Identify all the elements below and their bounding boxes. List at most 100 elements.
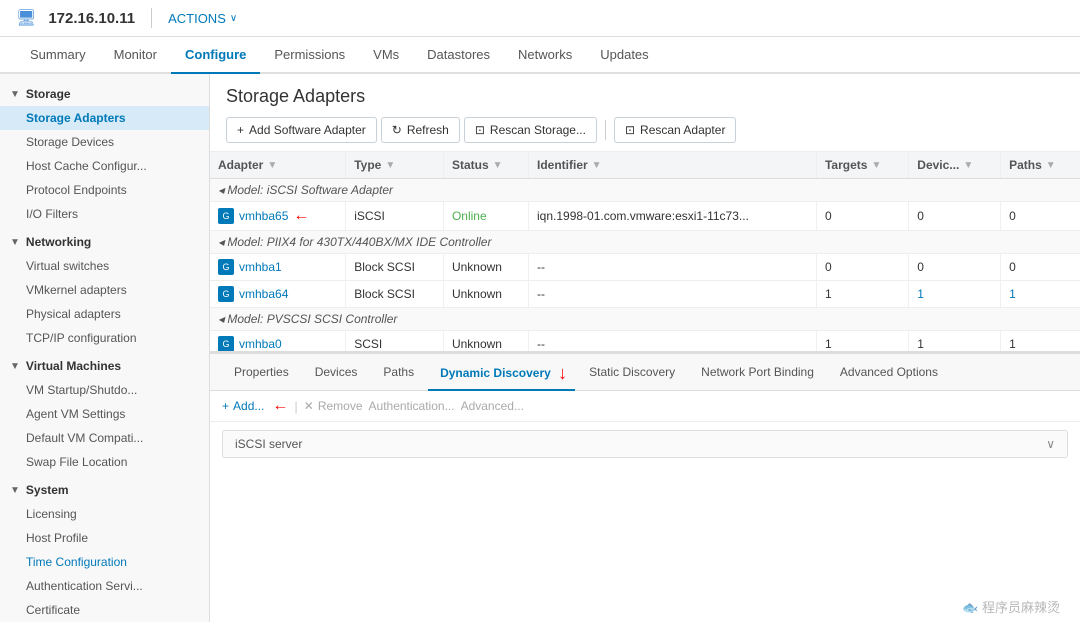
- sidebar-group-storage-header[interactable]: Storage: [0, 82, 209, 106]
- sidebar-group-system-header[interactable]: System: [0, 478, 209, 502]
- bottom-tab-paths[interactable]: Paths: [371, 358, 426, 388]
- sidebar-item-swap-file[interactable]: Swap File Location: [0, 450, 209, 474]
- plus-icon: +: [237, 123, 244, 137]
- table-row[interactable]: G vmhba65 ← iSCSI Online iqn.1998-01.com…: [210, 202, 1080, 231]
- top-bar: 🖥 172.16.10.11 ACTIONS ∨: [0, 0, 1080, 37]
- content-area: Storage Adapters + Add Software Adapter …: [210, 74, 1080, 622]
- red-arrow-indicator: ←: [293, 207, 309, 225]
- adapter-icon: G: [218, 286, 234, 302]
- add-software-adapter-button[interactable]: + Add Software Adapter: [226, 117, 377, 143]
- bottom-tab-static-discovery[interactable]: Static Discovery: [577, 358, 687, 388]
- triangle-icon: [10, 361, 20, 372]
- toolbar: + Add Software Adapter ↻ Refresh ⊡ Resca…: [226, 117, 1064, 143]
- remove-button[interactable]: ✕ Remove: [304, 399, 363, 413]
- arrow-container: Properties Devices Paths Dynamic Discove…: [210, 352, 1080, 466]
- sidebar-group-networking-header[interactable]: Networking: [0, 230, 209, 254]
- col-paths: Paths ▼: [1001, 152, 1080, 179]
- sidebar-item-default-vm-compat[interactable]: Default VM Compati...: [0, 426, 209, 450]
- iscsi-server-label: iSCSI server: [235, 437, 302, 451]
- bottom-tab-dynamic-discovery[interactable]: Dynamic Discovery ↓: [428, 354, 575, 391]
- sidebar-item-storage-devices[interactable]: Storage Devices: [0, 130, 209, 154]
- divider: [151, 8, 152, 28]
- adapter-icon: G: [218, 259, 234, 275]
- sidebar-item-storage-adapters[interactable]: Storage Adapters: [0, 106, 209, 130]
- adapters-table-container: Adapter ▼ Type ▼ Status ▼ Identifier ▼ T…: [210, 152, 1080, 352]
- main-layout: Storage Storage Adapters Storage Devices…: [0, 74, 1080, 622]
- tab-updates[interactable]: Updates: [586, 37, 662, 74]
- sidebar-item-certificate[interactable]: Certificate: [0, 598, 209, 622]
- host-icon: 🖥: [16, 8, 36, 28]
- red-arrow-bottom: ↓: [558, 363, 567, 383]
- triangle-icon: [10, 89, 20, 100]
- red-arrow-add: ←: [272, 397, 288, 415]
- col-identifier: Identifier ▼: [529, 152, 817, 179]
- col-targets: Targets ▼: [816, 152, 908, 179]
- sidebar-item-host-profile[interactable]: Host Profile: [0, 526, 209, 550]
- sidebar: Storage Storage Adapters Storage Devices…: [0, 74, 210, 622]
- adapter-icon: G: [218, 336, 234, 352]
- adapter-name-cell: G vmhba65 ←: [210, 202, 346, 231]
- sidebar-item-vmkernel-adapters[interactable]: VMkernel adapters: [0, 278, 209, 302]
- sidebar-item-licensing[interactable]: Licensing: [0, 502, 209, 526]
- bottom-tab-devices[interactable]: Devices: [303, 358, 370, 388]
- advanced-button[interactable]: Advanced...: [461, 399, 524, 413]
- refresh-button[interactable]: ↻ Refresh: [381, 117, 460, 143]
- expand-icon: ∨: [1046, 437, 1055, 451]
- adapter-name-cell: G vmhba0: [210, 331, 346, 353]
- sidebar-item-tcpip[interactable]: TCP/IP configuration: [0, 326, 209, 350]
- col-type: Type ▼: [346, 152, 444, 179]
- tab-networks[interactable]: Networks: [504, 37, 586, 74]
- add-icon: +: [222, 399, 229, 413]
- sidebar-item-io-filters[interactable]: I/O Filters: [0, 202, 209, 226]
- adapter-name-cell: G vmhba1: [210, 254, 346, 281]
- actions-button[interactable]: ACTIONS ∨: [168, 11, 237, 26]
- tab-monitor[interactable]: Monitor: [100, 37, 171, 74]
- sidebar-item-vm-startup[interactable]: VM Startup/Shutdo...: [0, 378, 209, 402]
- sidebar-item-agent-vm[interactable]: Agent VM Settings: [0, 402, 209, 426]
- sidebar-group-vms-header[interactable]: Virtual Machines: [0, 354, 209, 378]
- col-devices: Devic... ▼: [909, 152, 1001, 179]
- rescan-adapter-button[interactable]: ⊡ Rescan Adapter: [614, 117, 736, 143]
- page-title: Storage Adapters: [226, 86, 1064, 107]
- bottom-content: iSCSI server ∨: [210, 422, 1080, 466]
- adapters-table: Adapter ▼ Type ▼ Status ▼ Identifier ▼ T…: [210, 152, 1080, 352]
- rescan-adapter-icon: ⊡: [625, 123, 635, 137]
- sidebar-item-virtual-switches[interactable]: Virtual switches: [0, 254, 209, 278]
- nav-tabs: Summary Monitor Configure Permissions VM…: [0, 37, 1080, 74]
- sidebar-group-storage: Storage Storage Adapters Storage Devices…: [0, 82, 209, 226]
- tab-configure[interactable]: Configure: [171, 37, 260, 74]
- sidebar-item-host-cache[interactable]: Host Cache Configur...: [0, 154, 209, 178]
- tab-vms[interactable]: VMs: [359, 37, 413, 74]
- table-row[interactable]: G vmhba1 Block SCSI Unknown -- 0 0 0: [210, 254, 1080, 281]
- tab-permissions[interactable]: Permissions: [260, 37, 359, 74]
- sidebar-item-protocol-endpoints[interactable]: Protocol Endpoints: [0, 178, 209, 202]
- iscsi-server-row: iSCSI server ∨: [222, 430, 1068, 458]
- refresh-icon: ↻: [392, 123, 402, 137]
- bottom-tabs: Properties Devices Paths Dynamic Discove…: [210, 354, 1080, 391]
- bottom-tab-advanced-options[interactable]: Advanced Options: [828, 358, 950, 388]
- add-button[interactable]: + Add... ←: [222, 397, 288, 415]
- bottom-tab-network-port-binding[interactable]: Network Port Binding: [689, 358, 826, 388]
- rescan-storage-button[interactable]: ⊡ Rescan Storage...: [464, 117, 597, 143]
- rescan-storage-icon: ⊡: [475, 123, 485, 137]
- adapter-name-cell: G vmhba64: [210, 281, 346, 308]
- sidebar-group-vms: Virtual Machines VM Startup/Shutdo... Ag…: [0, 354, 209, 474]
- tab-datastores[interactable]: Datastores: [413, 37, 504, 74]
- bottom-tab-properties[interactable]: Properties: [222, 358, 301, 388]
- host-name: 172.16.10.11: [48, 10, 135, 27]
- sidebar-item-auth-services[interactable]: Authentication Servi...: [0, 574, 209, 598]
- sidebar-item-time-config[interactable]: Time Configuration: [0, 550, 209, 574]
- table-row[interactable]: G vmhba64 Block SCSI Unknown -- 1 1 1: [210, 281, 1080, 308]
- toolbar-separator: [605, 120, 606, 140]
- group-row-piix4: ◂ Model: PIIX4 for 430TX/440BX/MX IDE Co…: [210, 231, 1080, 254]
- watermark: 🐟 程序员麻辣烫: [962, 597, 1060, 616]
- sidebar-item-physical-adapters[interactable]: Physical adapters: [0, 302, 209, 326]
- table-row[interactable]: G vmhba0 SCSI Unknown -- 1 1 1: [210, 331, 1080, 353]
- tab-summary[interactable]: Summary: [16, 37, 100, 74]
- col-adapter: Adapter ▼: [210, 152, 346, 179]
- group-row-iscsi: ◂ Model: iSCSI Software Adapter: [210, 179, 1080, 202]
- bottom-toolbar: + Add... ← | ✕ Remove Authentication... …: [210, 391, 1080, 422]
- col-status: Status ▼: [443, 152, 528, 179]
- group-row-pvscsi: ◂ Model: PVSCSI SCSI Controller: [210, 308, 1080, 331]
- authentication-button[interactable]: Authentication...: [369, 399, 455, 413]
